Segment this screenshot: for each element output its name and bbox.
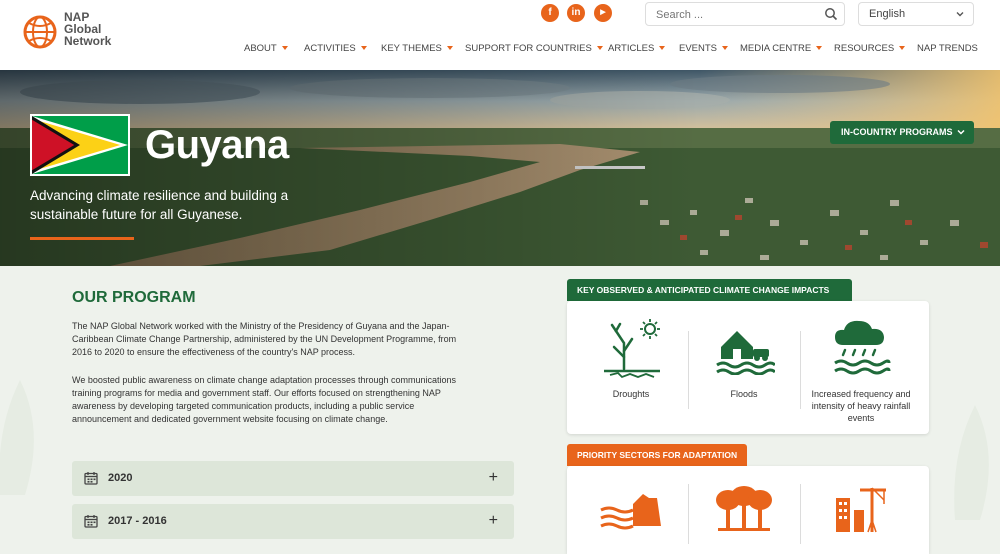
- in-country-programs-button[interactable]: IN-COUNTRY PROGRAMS: [830, 121, 974, 144]
- linkedin-icon[interactable]: in: [567, 4, 585, 22]
- impacts-tab: KEY OBSERVED & ANTICIPATED CLIMATE CHANG…: [567, 279, 852, 301]
- calendar-icon: [84, 472, 98, 485]
- sector-forestry: [688, 466, 800, 554]
- drought-icon: [604, 319, 660, 379]
- calendar-icon: [84, 515, 98, 528]
- hero-subtitle: Advancing climate resilience and buildin…: [30, 188, 289, 222]
- caret-down-icon: [816, 46, 823, 50]
- sectors-title: PRIORITY SECTORS FOR ADAPTATION: [577, 450, 738, 460]
- nav-media-centre[interactable]: MEDIA CENTRE: [740, 43, 823, 54]
- accordion-label: 2017 - 2016: [108, 515, 167, 527]
- forestry-icon: [716, 486, 772, 531]
- search-box: [645, 2, 845, 26]
- sectors-card: [567, 466, 929, 554]
- impacts-card: Droughts Floods Increased frequency and …: [567, 301, 929, 434]
- nav-events-label: EVENTS: [679, 43, 718, 54]
- caret-down-icon: [722, 46, 729, 50]
- chevron-down-icon: [957, 129, 965, 135]
- caret-down-icon: [659, 46, 666, 50]
- heavy-rain-icon: [834, 320, 891, 375]
- impact-floods: Floods: [688, 301, 800, 434]
- logo-wordmark: NAP Global Network: [64, 11, 111, 47]
- nav-nap-trends-label: NAP TRENDS: [917, 43, 978, 54]
- site-header: NAP Global Network f in ▶ English ABOUT …: [0, 0, 1000, 70]
- globe-logo-icon: [23, 15, 57, 49]
- in-country-programs-label: IN-COUNTRY PROGRAMS: [841, 127, 953, 137]
- accordion-2020[interactable]: 2020 +: [72, 461, 514, 496]
- nav-activities[interactable]: ACTIVITIES: [304, 43, 367, 54]
- nap-logo[interactable]: NAP Global Network: [20, 10, 130, 58]
- language-select[interactable]: English: [858, 2, 974, 26]
- sector-coastal: [575, 466, 687, 554]
- hero-underline: [30, 237, 134, 240]
- impact-label: Floods: [730, 389, 758, 399]
- caret-down-icon: [899, 46, 906, 50]
- nav-about-label: ABOUT: [244, 43, 277, 54]
- nav-nap-trends[interactable]: NAP TRENDS: [917, 43, 978, 54]
- nav-media-centre-label: MEDIA CENTRE: [740, 43, 812, 54]
- impacts-title: KEY OBSERVED & ANTICIPATED CLIMATE CHANG…: [577, 285, 830, 295]
- chevron-down-icon: [956, 12, 964, 17]
- nav-events[interactable]: EVENTS: [679, 43, 729, 54]
- language-selected: English: [869, 8, 906, 20]
- program-paragraph: We boosted public awareness on climate c…: [72, 375, 457, 424]
- nav-activities-label: ACTIVITIES: [304, 43, 356, 54]
- sector-infrastructure: [800, 466, 922, 554]
- infrastructure-icon: [836, 487, 886, 533]
- nav-resources-label: RESOURCES: [834, 43, 895, 54]
- nav-support-label: SUPPORT FOR COUNTRIES: [465, 43, 592, 54]
- guyana-flag: [30, 114, 130, 176]
- nav-articles-label: ARTICLES: [608, 43, 655, 54]
- accordion-label: 2020: [108, 472, 133, 484]
- plus-icon: +: [488, 469, 498, 486]
- leaf-decoration-icon: [954, 405, 989, 520]
- facebook-icon[interactable]: f: [541, 4, 559, 22]
- impact-label: Droughts: [612, 389, 650, 399]
- nav-about[interactable]: ABOUT: [244, 43, 288, 54]
- hero-overlay: [0, 70, 1000, 266]
- youtube-icon[interactable]: ▶: [594, 4, 612, 22]
- search-icon[interactable]: [824, 7, 838, 21]
- sectors-tab: PRIORITY SECTORS FOR ADAPTATION: [567, 444, 747, 466]
- nav-key-themes[interactable]: KEY THEMES: [381, 43, 453, 54]
- nav-resources[interactable]: RESOURCES: [834, 43, 906, 54]
- program-paragraph: The NAP Global Network worked with the M…: [72, 321, 457, 357]
- caret-down-icon: [360, 46, 367, 50]
- hero-banner: Guyana Advancing climate resilience and …: [0, 70, 1000, 266]
- nav-articles[interactable]: ARTICLES: [608, 43, 666, 54]
- caret-down-icon: [446, 46, 453, 50]
- page-title: Guyana: [145, 123, 289, 167]
- flood-icon: [716, 331, 775, 375]
- logo-line-3: Network: [64, 34, 112, 48]
- plus-icon: +: [488, 512, 498, 529]
- leaf-decoration-icon: [0, 380, 34, 495]
- caret-down-icon: [281, 46, 288, 50]
- search-input[interactable]: [656, 7, 816, 23]
- nav-key-themes-label: KEY THEMES: [381, 43, 442, 54]
- accordion-2017-2016[interactable]: 2017 - 2016 +: [72, 504, 514, 539]
- caret-down-icon: [596, 46, 603, 50]
- nav-support-for-countries[interactable]: SUPPORT FOR COUNTRIES: [465, 43, 603, 54]
- impact-heavy-rainfall: Increased frequency and intensity of hea…: [800, 301, 922, 434]
- impact-label: Increased frequency and intensity of hea…: [811, 389, 911, 423]
- impact-droughts: Droughts: [575, 301, 687, 434]
- section-title: OUR PROGRAM: [72, 289, 196, 306]
- coastal-zone-icon: [600, 494, 661, 530]
